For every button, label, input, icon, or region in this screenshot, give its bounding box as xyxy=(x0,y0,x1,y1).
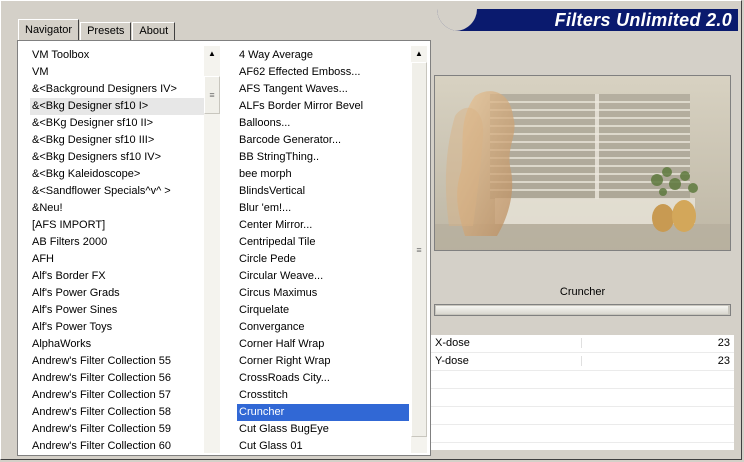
filter-item[interactable]: bee morph xyxy=(237,166,409,183)
filter-item[interactable]: Corner Right Wrap xyxy=(237,353,409,370)
category-item[interactable]: &<Bkg Designers sf10 IV> xyxy=(30,149,216,166)
filter-item[interactable]: CrossRoads City... xyxy=(237,370,409,387)
category-item[interactable]: &Neu! xyxy=(30,200,216,217)
category-item[interactable]: AB Filters 2000 xyxy=(30,234,216,251)
filter-item[interactable]: ALFs Border Mirror Bevel xyxy=(237,98,409,115)
tab-navigator[interactable]: Navigator xyxy=(18,19,80,40)
filter-item[interactable]: Cut Glass BugEye xyxy=(237,421,409,438)
slider-value: 23 xyxy=(717,355,730,367)
category-item[interactable]: &<Background Designers IV> xyxy=(30,81,216,98)
category-item[interactable]: Andrew's Filter Collection 59 xyxy=(30,421,216,438)
filter-item[interactable]: Corner Half Wrap xyxy=(237,336,409,353)
parameter-panel: X-dose 23 Y-dose 23 xyxy=(431,335,734,450)
category-item[interactable]: [AFS IMPORT] xyxy=(30,217,216,234)
category-item[interactable]: Andrew's Filter Collection 57 xyxy=(30,387,216,404)
progress-bar xyxy=(434,304,731,316)
app-title: Filters Unlimited 2.0 xyxy=(554,10,732,30)
category-item[interactable]: Alf's Border FX xyxy=(30,268,216,285)
category-item[interactable]: &<Bkg Designer sf10 I> xyxy=(30,98,216,115)
category-item[interactable]: Alf's Power Toys xyxy=(30,319,216,336)
slider-empty xyxy=(431,371,734,389)
filter-item[interactable]: Circular Weave... xyxy=(237,268,409,285)
filter-item[interactable]: Barcode Generator... xyxy=(237,132,409,149)
filter-item[interactable]: AF62 Effected Emboss... xyxy=(237,64,409,81)
filter-item[interactable]: 4 Way Average xyxy=(237,47,409,64)
tab-presets[interactable]: Presets xyxy=(80,22,132,40)
category-item[interactable]: Alf's Power Grads xyxy=(30,285,216,302)
filter-item[interactable]: Balloons... xyxy=(237,115,409,132)
filter-item[interactable]: Cut Glass 01 xyxy=(237,438,409,455)
category-item[interactable]: VM Toolbox xyxy=(30,47,216,64)
slider-empty xyxy=(431,389,734,407)
category-item[interactable]: &<Bkg Kaleidoscope> xyxy=(30,166,216,183)
slider-y-dose[interactable]: Y-dose 23 xyxy=(431,353,734,371)
category-item[interactable]: Andrew's Filter Collection 56 xyxy=(30,370,216,387)
filter-item[interactable]: Center Mirror... xyxy=(237,217,409,234)
filter-item[interactable]: Circle Pede xyxy=(237,251,409,268)
filter-item[interactable]: Circus Maximus xyxy=(237,285,409,302)
title-banner: Filters Unlimited 2.0 xyxy=(437,9,738,31)
category-item[interactable]: Andrew's Filter Collection 60 xyxy=(30,438,216,455)
navigator-panel: VM Toolbox VM &<Background Designers IV> &<… xyxy=(17,40,431,456)
slider-label: Y-dose xyxy=(435,355,469,367)
slider-x-dose[interactable]: X-dose 23 xyxy=(431,335,734,353)
scroll-up-arrow-icon[interactable]: ▲ xyxy=(411,46,427,62)
filter-item[interactable]: BlindsVertical xyxy=(237,183,409,200)
category-item[interactable]: AFH xyxy=(30,251,216,268)
scroll-up-arrow-icon[interactable]: ▲ xyxy=(204,46,220,62)
filter-item[interactable]: Blur 'em!... xyxy=(237,200,409,217)
filter-scrollbar[interactable]: ▲ ≡ xyxy=(411,46,427,453)
filter-item[interactable]: BB StringThing.. xyxy=(237,149,409,166)
category-scrollbar[interactable]: ▲ ≡ xyxy=(204,46,220,453)
filter-item[interactable]: Cirquelate xyxy=(237,302,409,319)
category-item[interactable]: VM xyxy=(30,64,216,81)
category-item[interactable]: Alf's Power Sines xyxy=(30,302,216,319)
category-item[interactable]: &<Bkg Designer sf10 III> xyxy=(30,132,216,149)
preview-image xyxy=(434,75,731,251)
category-scroll-thumb[interactable]: ≡ xyxy=(204,76,220,114)
tab-about[interactable]: About xyxy=(132,22,176,40)
category-item[interactable]: Andrew's Filter Collection 55 xyxy=(30,353,216,370)
category-list[interactable]: VM Toolbox VM &<Background Designers IV> &<… xyxy=(30,47,216,455)
slider-label: X-dose xyxy=(435,337,470,349)
filter-item[interactable]: Cruncher xyxy=(237,404,409,421)
filter-item[interactable]: AFS Tangent Waves... xyxy=(237,81,409,98)
preview-artwork xyxy=(435,76,730,250)
filter-scroll-thumb[interactable]: ≡ xyxy=(411,62,427,437)
filter-item[interactable]: Crosstitch xyxy=(237,387,409,404)
slider-value: 23 xyxy=(717,337,730,349)
tab-bar: Navigator Presets About xyxy=(18,19,176,40)
filter-list[interactable]: 4 Way Average AF62 Effected Emboss... AFS … xyxy=(237,47,409,455)
filter-item[interactable]: Convergance xyxy=(237,319,409,336)
slider-empty xyxy=(431,407,734,425)
category-item[interactable]: AlphaWorks xyxy=(30,336,216,353)
category-item[interactable]: &<Sandflower Specials^v^ > xyxy=(30,183,216,200)
filter-item[interactable]: Centripedal Tile xyxy=(237,234,409,251)
category-item[interactable]: Andrew's Filter Collection 58 xyxy=(30,404,216,421)
selected-filter-name: Cruncher xyxy=(559,286,606,298)
category-item[interactable]: &<BKg Designer sf10 II> xyxy=(30,115,216,132)
slider-empty xyxy=(431,425,734,443)
